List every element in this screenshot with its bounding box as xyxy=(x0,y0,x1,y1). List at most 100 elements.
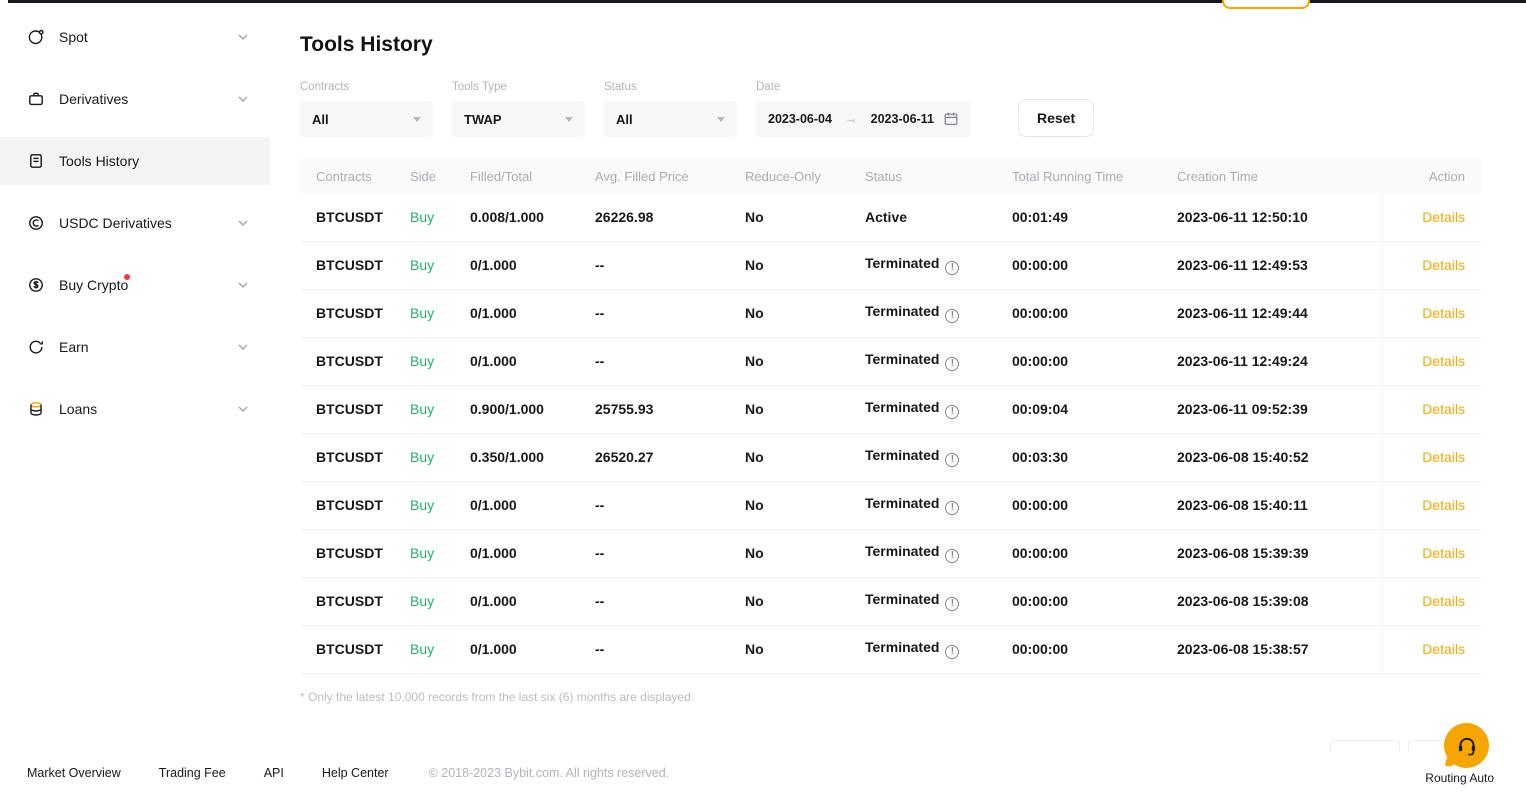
table-row: BTCUSDT Buy 0/1.000 -- No Terminated! 00… xyxy=(300,529,1482,577)
col-creation-time: Creation Time xyxy=(1177,159,1382,193)
details-link[interactable]: Details xyxy=(1382,433,1482,481)
cell-contracts: BTCUSDT xyxy=(300,337,410,385)
cell-status: Terminated! xyxy=(865,289,1012,337)
table-body: BTCUSDT Buy 0.008/1.000 26226.98 No Acti… xyxy=(300,193,1482,673)
cell-side: Buy xyxy=(410,337,470,385)
footer-link-market-overview[interactable]: Market Overview xyxy=(27,766,121,780)
details-link[interactable]: Details xyxy=(1382,241,1482,289)
top-header-active-tab[interactable] xyxy=(1222,0,1310,9)
date-end: 2023-06-11 xyxy=(871,112,934,126)
footer-link-trading-fee[interactable]: Trading Fee xyxy=(159,766,226,780)
cell-total-running-time: 00:00:00 xyxy=(1012,481,1177,529)
filter-date: Date 2023-06-04 → 2023-06-11 xyxy=(756,81,971,137)
cell-status: Active! xyxy=(865,193,1012,241)
sidebar-item-tools-history[interactable]: Tools History xyxy=(0,137,270,185)
status-text: Terminated xyxy=(865,303,939,319)
status-info-icon[interactable]: ! xyxy=(945,405,959,419)
derivatives-icon xyxy=(27,90,45,108)
cell-avg-filled-price: -- xyxy=(595,241,745,289)
cell-contracts: BTCUSDT xyxy=(300,625,410,673)
cell-side: Buy xyxy=(410,625,470,673)
details-link[interactable]: Details xyxy=(1382,385,1482,433)
cell-status: Terminated! xyxy=(865,241,1012,289)
status-text: Terminated xyxy=(865,639,939,655)
details-link[interactable]: Details xyxy=(1382,193,1482,241)
footer-link-api[interactable]: API xyxy=(264,766,284,780)
cell-creation-time: 2023-06-11 09:52:39 xyxy=(1177,385,1382,433)
date-range-picker[interactable]: 2023-06-04 → 2023-06-11 xyxy=(756,101,971,137)
details-link[interactable]: Details xyxy=(1382,577,1482,625)
status-info-icon[interactable]: ! xyxy=(945,309,959,323)
details-link[interactable]: Details xyxy=(1382,529,1482,577)
cell-side: Buy xyxy=(410,433,470,481)
sidebar-item-label: Earn xyxy=(59,339,89,355)
caret-down-icon xyxy=(413,117,421,122)
sidebar-item-label: USDC Derivatives xyxy=(59,215,172,231)
headset-icon xyxy=(1455,734,1479,758)
cell-filled-total: 0/1.000 xyxy=(470,625,595,673)
routing-auto-label: Routing Auto xyxy=(1425,771,1494,785)
support-chat-button[interactable] xyxy=(1444,723,1489,768)
col-reduce-only: Reduce-Only xyxy=(745,159,865,193)
details-link[interactable]: Details xyxy=(1382,289,1482,337)
chevron-down-icon xyxy=(238,282,248,288)
status-text: Terminated xyxy=(865,447,939,463)
cell-total-running-time: 00:00:00 xyxy=(1012,577,1177,625)
sidebar-item-spot[interactable]: Spot xyxy=(0,13,270,61)
cell-status: Terminated! xyxy=(865,433,1012,481)
details-link[interactable]: Details xyxy=(1382,481,1482,529)
chevron-down-icon xyxy=(238,220,248,226)
col-avg-filled-price: Avg. Filled Price xyxy=(595,159,745,193)
details-link[interactable]: Details xyxy=(1382,337,1482,385)
details-link[interactable]: Details xyxy=(1382,625,1482,673)
status-text: Terminated xyxy=(865,495,939,511)
cell-contracts: BTCUSDT xyxy=(300,433,410,481)
cell-filled-total: 0/1.000 xyxy=(470,289,595,337)
cell-reduce-only: No xyxy=(745,481,865,529)
sidebar-item-derivatives[interactable]: Derivatives xyxy=(0,75,270,123)
footer-link-help-center[interactable]: Help Center xyxy=(322,766,389,780)
sidebar-item-earn[interactable]: Earn xyxy=(0,323,270,371)
filters-bar: Contracts All Tools Type TWAP Status All xyxy=(300,81,1482,137)
sidebar-item-buy-crypto[interactable]: Buy Crypto xyxy=(0,261,270,309)
col-action: Action xyxy=(1382,159,1482,193)
cell-contracts: BTCUSDT xyxy=(300,289,410,337)
status-info-icon[interactable]: ! xyxy=(945,645,959,659)
table-row: BTCUSDT Buy 0.900/1.000 25755.93 No Term… xyxy=(300,385,1482,433)
filter-tools-type: Tools Type TWAP xyxy=(452,81,585,137)
notification-dot xyxy=(124,274,130,280)
cell-contracts: BTCUSDT xyxy=(300,385,410,433)
main-content: Tools History Contracts All Tools Type T… xyxy=(300,0,1482,704)
cell-avg-filled-price: -- xyxy=(595,337,745,385)
cell-contracts: BTCUSDT xyxy=(300,529,410,577)
sidebar-item-label: Spot xyxy=(59,29,88,45)
sidebar: Spot Derivatives Tools History xyxy=(0,13,270,447)
cell-reduce-only: No xyxy=(745,625,865,673)
earn-icon xyxy=(27,338,45,356)
status-info-icon[interactable]: ! xyxy=(945,261,959,275)
contracts-dropdown[interactable]: All xyxy=(300,101,433,137)
cell-contracts: BTCUSDT xyxy=(300,241,410,289)
status-info-icon[interactable]: ! xyxy=(945,453,959,467)
status-dropdown[interactable]: All xyxy=(604,101,737,137)
cell-total-running-time: 00:00:00 xyxy=(1012,529,1177,577)
reset-button[interactable]: Reset xyxy=(1018,99,1094,137)
spot-icon xyxy=(27,28,45,46)
sidebar-item-loans[interactable]: Loans xyxy=(0,385,270,433)
cell-side: Buy xyxy=(410,577,470,625)
sidebar-item-usdc-derivatives[interactable]: USDC Derivatives xyxy=(0,199,270,247)
cell-filled-total: 0/1.000 xyxy=(470,481,595,529)
cell-creation-time: 2023-06-11 12:49:53 xyxy=(1177,241,1382,289)
status-info-icon[interactable]: ! xyxy=(945,549,959,563)
filter-contracts: Contracts All xyxy=(300,81,433,137)
cell-side: Buy xyxy=(410,289,470,337)
tools-type-dropdown[interactable]: TWAP xyxy=(452,101,585,137)
filter-label: Tools Type xyxy=(452,81,585,93)
filter-label: Contracts xyxy=(300,81,433,93)
cell-reduce-only: No xyxy=(745,433,865,481)
status-info-icon[interactable]: ! xyxy=(945,597,959,611)
status-info-icon[interactable]: ! xyxy=(945,357,959,371)
status-info-icon[interactable]: ! xyxy=(945,501,959,515)
caret-down-icon xyxy=(717,117,725,122)
col-filled-total: Filled/Total xyxy=(470,159,595,193)
